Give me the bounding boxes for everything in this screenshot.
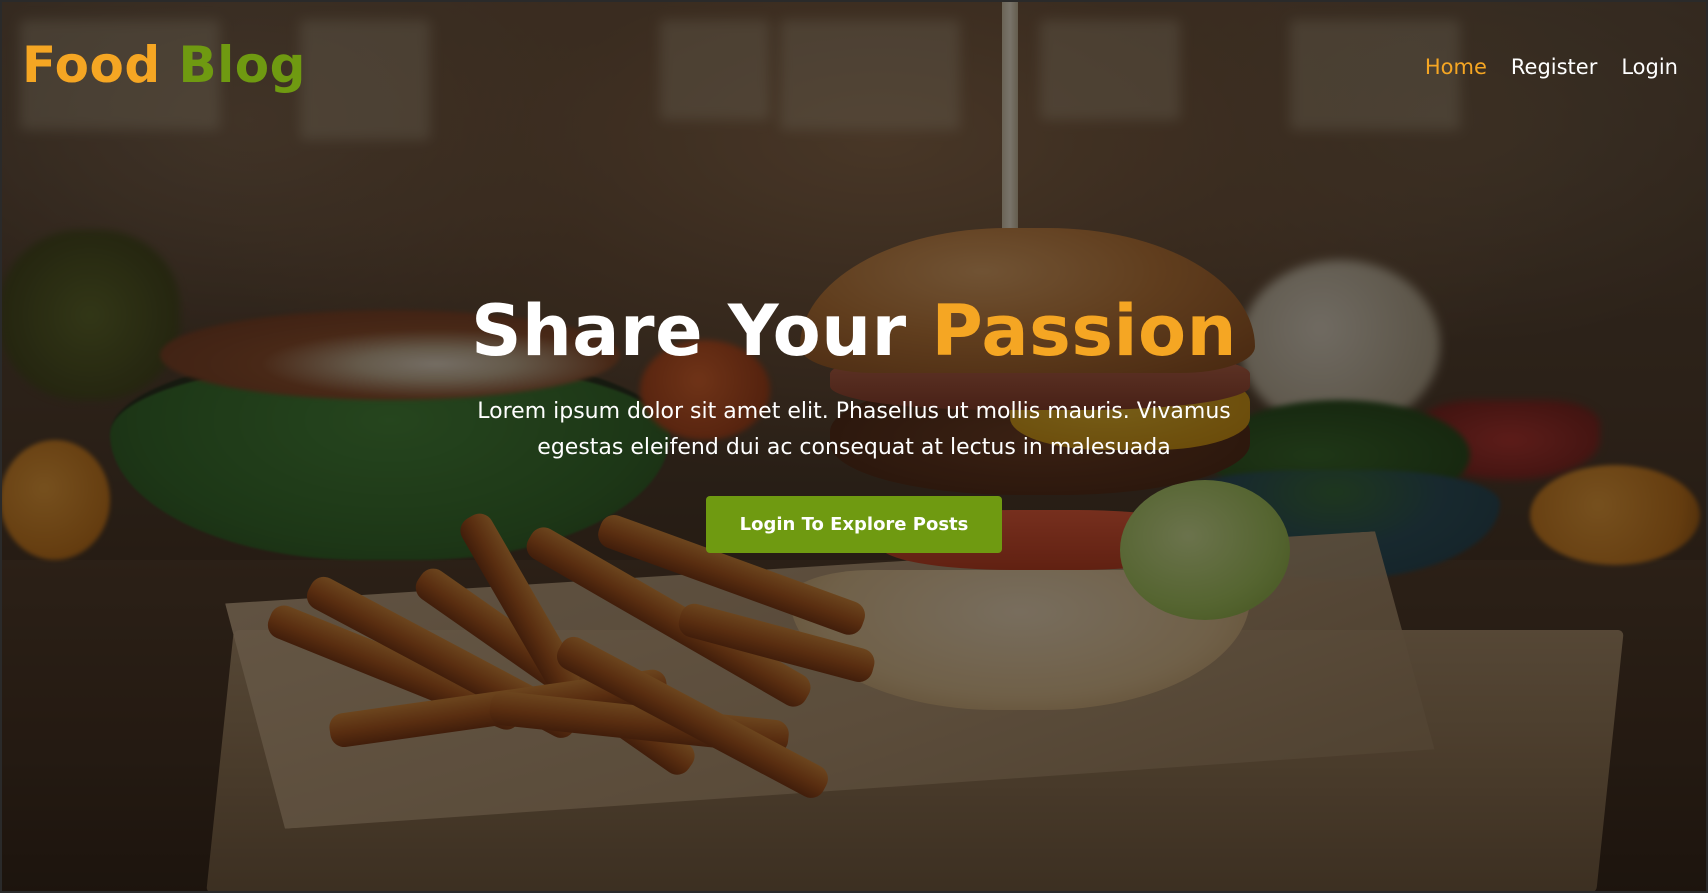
top-navigation: Home Register Login — [1425, 53, 1678, 81]
nav-link-login[interactable]: Login — [1621, 53, 1678, 81]
brand-logo-link[interactable]: Food Blog — [22, 36, 306, 94]
login-to-explore-button[interactable]: Login To Explore Posts — [705, 496, 1003, 553]
nav-link-home[interactable]: Home — [1425, 53, 1487, 81]
nav-link-register[interactable]: Register — [1511, 53, 1597, 81]
hero-section: Food Blog Home Register Login Share Your… — [0, 0, 1708, 893]
hero-content: Share Your Passion Lorem ipsum dolor sit… — [0, 290, 1708, 553]
brand-word-food: Food — [22, 36, 161, 94]
brand-word-blog: Blog — [178, 36, 306, 94]
hero-headline: Share Your Passion — [0, 290, 1708, 372]
hero-headline-highlight: Passion — [931, 290, 1237, 372]
hero-headline-text: Share Your — [471, 290, 907, 372]
hero-description: Lorem ipsum dolor sit amet elit. Phasell… — [477, 399, 1231, 460]
